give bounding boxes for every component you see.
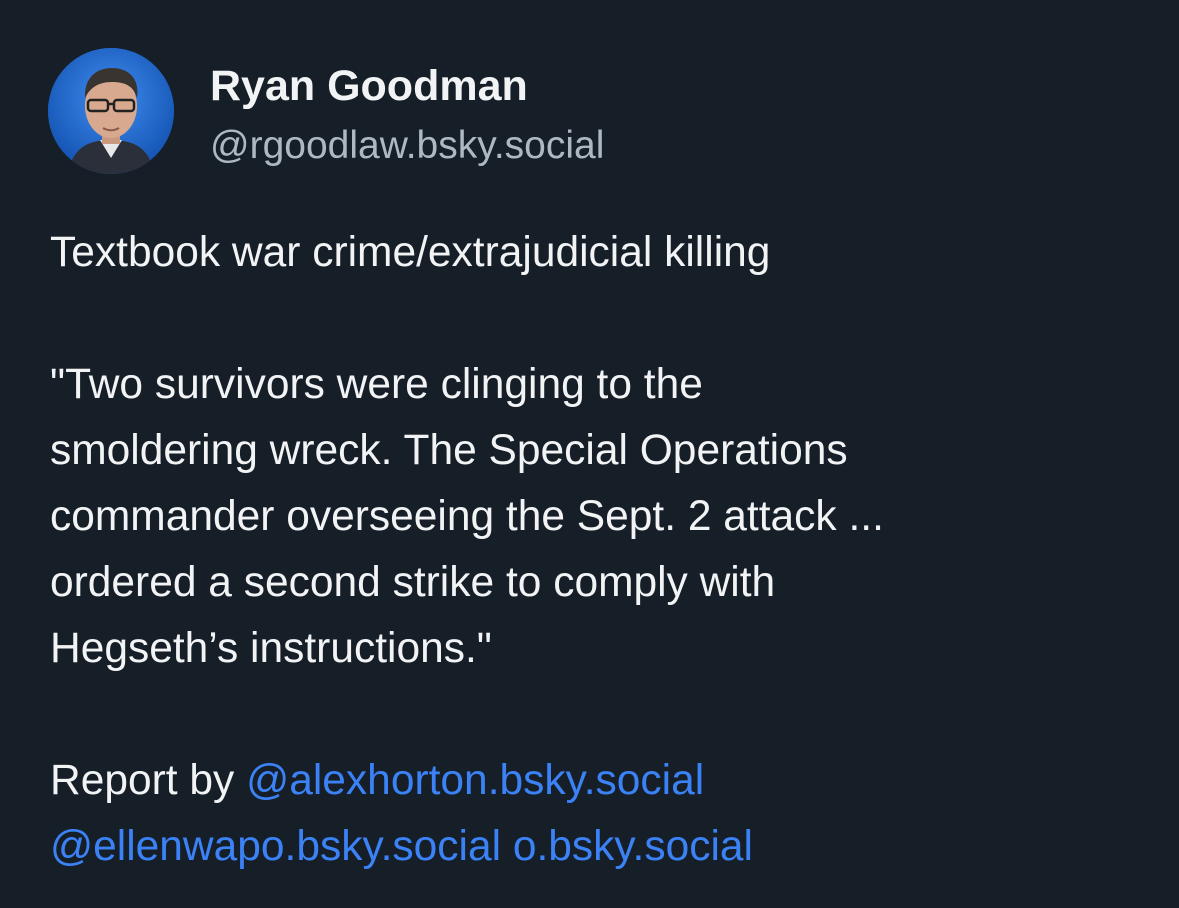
quote-line: "Two survivors were clinging to the — [50, 361, 703, 408]
post-card: Ryan Goodman @rgoodlaw.bsky.social Textb… — [0, 0, 1179, 908]
mention-link[interactable]: @ellenwapo.bsky.social o.bsky.social — [50, 823, 753, 870]
quote-line: smoldering wreck. The Special Operations — [50, 427, 848, 474]
report-line: @ellenwapo.bsky.social o.bsky.social — [50, 814, 1150, 880]
author-avatar[interactable] — [48, 48, 174, 174]
quote-line: Hegseth’s instructions." — [50, 625, 492, 672]
author-name[interactable]: Ryan Goodman — [210, 60, 528, 112]
post-text: Textbook war crime/extrajudicial killing… — [50, 220, 1150, 880]
quote-line: commander overseeing the Sept. 2 attack … — [50, 493, 884, 540]
mention-link[interactable]: @alexhorton.bsky.social — [246, 757, 704, 804]
post-line: Textbook war crime/extrajudicial killing — [50, 229, 771, 276]
quote-line: ordered a second strike to comply with — [50, 559, 776, 606]
report-line: Report by @alexhorton.bsky.social — [50, 748, 1150, 814]
report-prefix: Report by — [50, 757, 247, 804]
avatar-photo-icon — [48, 48, 174, 174]
author-handle[interactable]: @rgoodlaw.bsky.social — [210, 122, 604, 170]
